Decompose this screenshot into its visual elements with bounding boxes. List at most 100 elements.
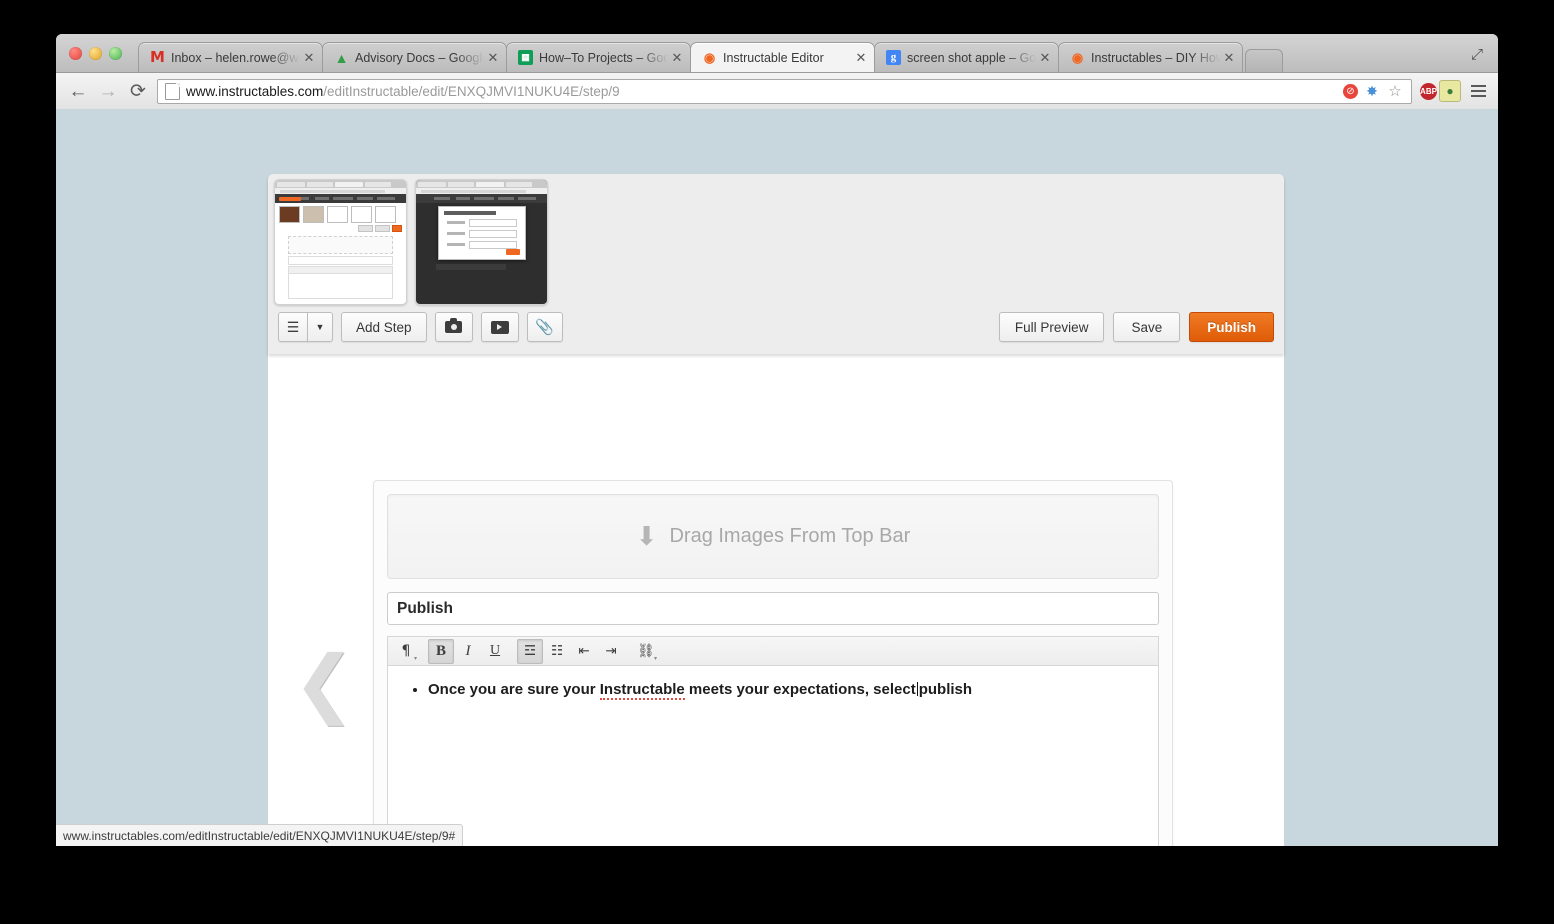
browser-tab-4[interactable]: g screen shot apple – Google ✕ [874,42,1059,72]
instructables-icon: ◉ [1070,50,1085,65]
new-tab-button[interactable] [1245,49,1283,72]
tab-close-icon[interactable]: ✕ [668,51,686,64]
page-viewport: ❮ ⬇ Drag Images From Top Bar Publish ¶ ▾… [56,109,1498,846]
add-attachment-button[interactable]: 📎 [527,312,563,342]
dropzone-label: Drag Images From Top Bar [669,525,910,548]
underline-button[interactable]: U [482,639,508,664]
window-traffic-lights [69,47,122,60]
paragraph-style-button[interactable]: ¶ ▾ [393,639,419,664]
full-preview-button[interactable]: Full Preview [999,312,1105,342]
omnibox-icons: ⊘ ✸ ☆ [1343,82,1407,100]
down-arrow-icon: ⬇ [636,524,658,550]
bulleted-list-button[interactable]: ☲ [517,639,543,664]
tab-close-icon[interactable]: ✕ [1036,51,1054,64]
browser-tab-strip: M Inbox – helen.rowe@works ✕ ▲ Advisory … [56,34,1498,73]
step-body-editor[interactable]: Once you are sure your Instructable meet… [387,665,1159,846]
step-editor-card: ⬇ Drag Images From Top Bar Publish ¶ ▾ B… [373,480,1173,846]
tab-close-icon[interactable]: ✕ [1220,51,1238,64]
bookmark-star-icon[interactable]: ☆ [1386,82,1404,100]
chevron-down-icon: ▾ [414,655,417,662]
body-bulleted-list: Once you are sure your Instructable meet… [388,679,1158,700]
browser-tab-5[interactable]: ◉ Instructables – DIY How To ✕ [1058,42,1243,72]
close-window-button[interactable] [69,47,82,60]
thumb-mini-nav [416,194,547,203]
minimize-window-button[interactable] [89,47,102,60]
list-item: Once you are sure your Instructable meet… [428,679,1158,700]
tab-title: Instructable Editor [723,51,852,65]
browser-nav-toolbar: ← → ⟳ www.instructables.com/editInstruct… [56,73,1498,110]
step-thumbnail-1[interactable] [274,179,407,305]
step-title-input[interactable]: Publish [387,592,1159,625]
noscript-icon[interactable]: ⊘ [1343,84,1358,99]
tab-close-icon[interactable]: ✕ [300,51,318,64]
instructable-page-body: ❮ ⬇ Drag Images From Top Bar Publish ¶ ▾… [268,354,1284,846]
chevron-down-icon: ▾ [654,655,657,662]
tab-title: Advisory Docs – Google Dr [355,51,484,65]
browser-tab-2[interactable]: ▦ How–To Projects – Google ✕ [506,42,691,72]
video-icon [491,321,509,334]
bold-button[interactable]: B [428,639,454,664]
add-step-button[interactable]: Add Step [341,312,427,342]
browser-tabs: M Inbox – helen.rowe@works ✕ ▲ Advisory … [138,42,1283,72]
editor-top-bar: ☰ ▼ Add Step 📎 Full Preview Save [268,174,1284,354]
add-photo-button[interactable] [435,312,473,342]
step-thumbnail-2[interactable] [415,179,548,305]
step-title-value: Publish [397,600,453,618]
thumb-title-field [288,256,393,265]
body-text-after: publish [919,681,972,698]
address-bar[interactable]: www.instructables.com/editInstructable/e… [157,79,1412,104]
thumb-buttons [358,225,402,232]
instructables-icon: ◉ [702,50,717,65]
italic-button[interactable]: I [455,639,481,664]
google-search-icon: g [886,50,901,65]
chrome-menu-icon[interactable] [1465,85,1491,97]
outdent-button[interactable]: ⇤ [571,639,597,664]
gmail-icon: M [150,50,165,65]
editor-actions-group: Full Preview Save Publish [999,312,1274,342]
list-icon: ☰ [287,320,300,334]
publish-button[interactable]: Publish [1189,312,1274,342]
status-bar: www.instructables.com/editInstructable/e… [56,824,463,846]
adblock-plus-icon[interactable]: ABP [1420,83,1437,100]
paperclip-icon: 📎 [535,318,554,336]
microphone-extension-icon[interactable]: ● [1439,80,1461,102]
thumb-mini-tabs [416,180,547,188]
browser-tab-1[interactable]: ▲ Advisory Docs – Google Dr ✕ [322,42,507,72]
url-path: /editInstructable/edit/ENXQJMVI1NUKU4E/s… [323,84,619,99]
step-thumbnails [274,179,548,305]
link-button[interactable]: ⛓ ▾ [633,639,659,664]
reload-icon[interactable]: ⟳ [123,76,153,106]
thumb-mini-tabs [275,180,406,188]
step-list-button[interactable]: ☰ [278,312,308,342]
page-document-icon [165,83,180,100]
back-icon[interactable]: ← [63,76,93,106]
tab-title: Inbox – helen.rowe@works [171,51,300,65]
fullscreen-icon[interactable]: ⤢ [1464,42,1490,66]
save-button[interactable]: Save [1113,312,1180,342]
previous-step-arrow-icon[interactable]: ❮ [293,644,337,726]
ghostery-icon[interactable]: ✸ [1363,82,1381,100]
chain-link-icon: ⛓ [637,643,654,659]
browser-tab-0[interactable]: M Inbox – helen.rowe@works ✕ [138,42,323,72]
thumb-body [288,273,393,299]
numbered-list-button[interactable]: ☷ [544,639,570,664]
google-sheets-icon: ▦ [518,50,533,65]
text-cursor [917,682,918,696]
add-video-button[interactable] [481,312,519,342]
indent-button[interactable]: ⇥ [598,639,624,664]
browser-tab-3-active[interactable]: ◉ Instructable Editor ✕ [690,42,875,72]
tab-close-icon[interactable]: ✕ [484,51,502,64]
tab-close-icon[interactable]: ✕ [852,51,870,64]
thumb-dark-dropzone [436,264,506,270]
rich-text-toolbar: ¶ ▾ B I U ☲ ☷ ⇤ ⇥ ⛓ ▾ [387,636,1159,665]
camera-icon [445,321,462,333]
thumb-publish-modal [438,206,526,260]
tab-title: screen shot apple – Google [907,51,1036,65]
thumb-brand-mark [279,197,301,201]
forward-icon[interactable]: → [93,76,123,106]
image-dropzone[interactable]: ⬇ Drag Images From Top Bar [387,494,1159,579]
zoom-window-button[interactable] [109,47,122,60]
url-host: www.instructables.com [186,84,323,99]
step-list-dropdown-button[interactable]: ▼ [307,312,333,342]
tab-title: Instructables – DIY How To [1091,51,1220,65]
